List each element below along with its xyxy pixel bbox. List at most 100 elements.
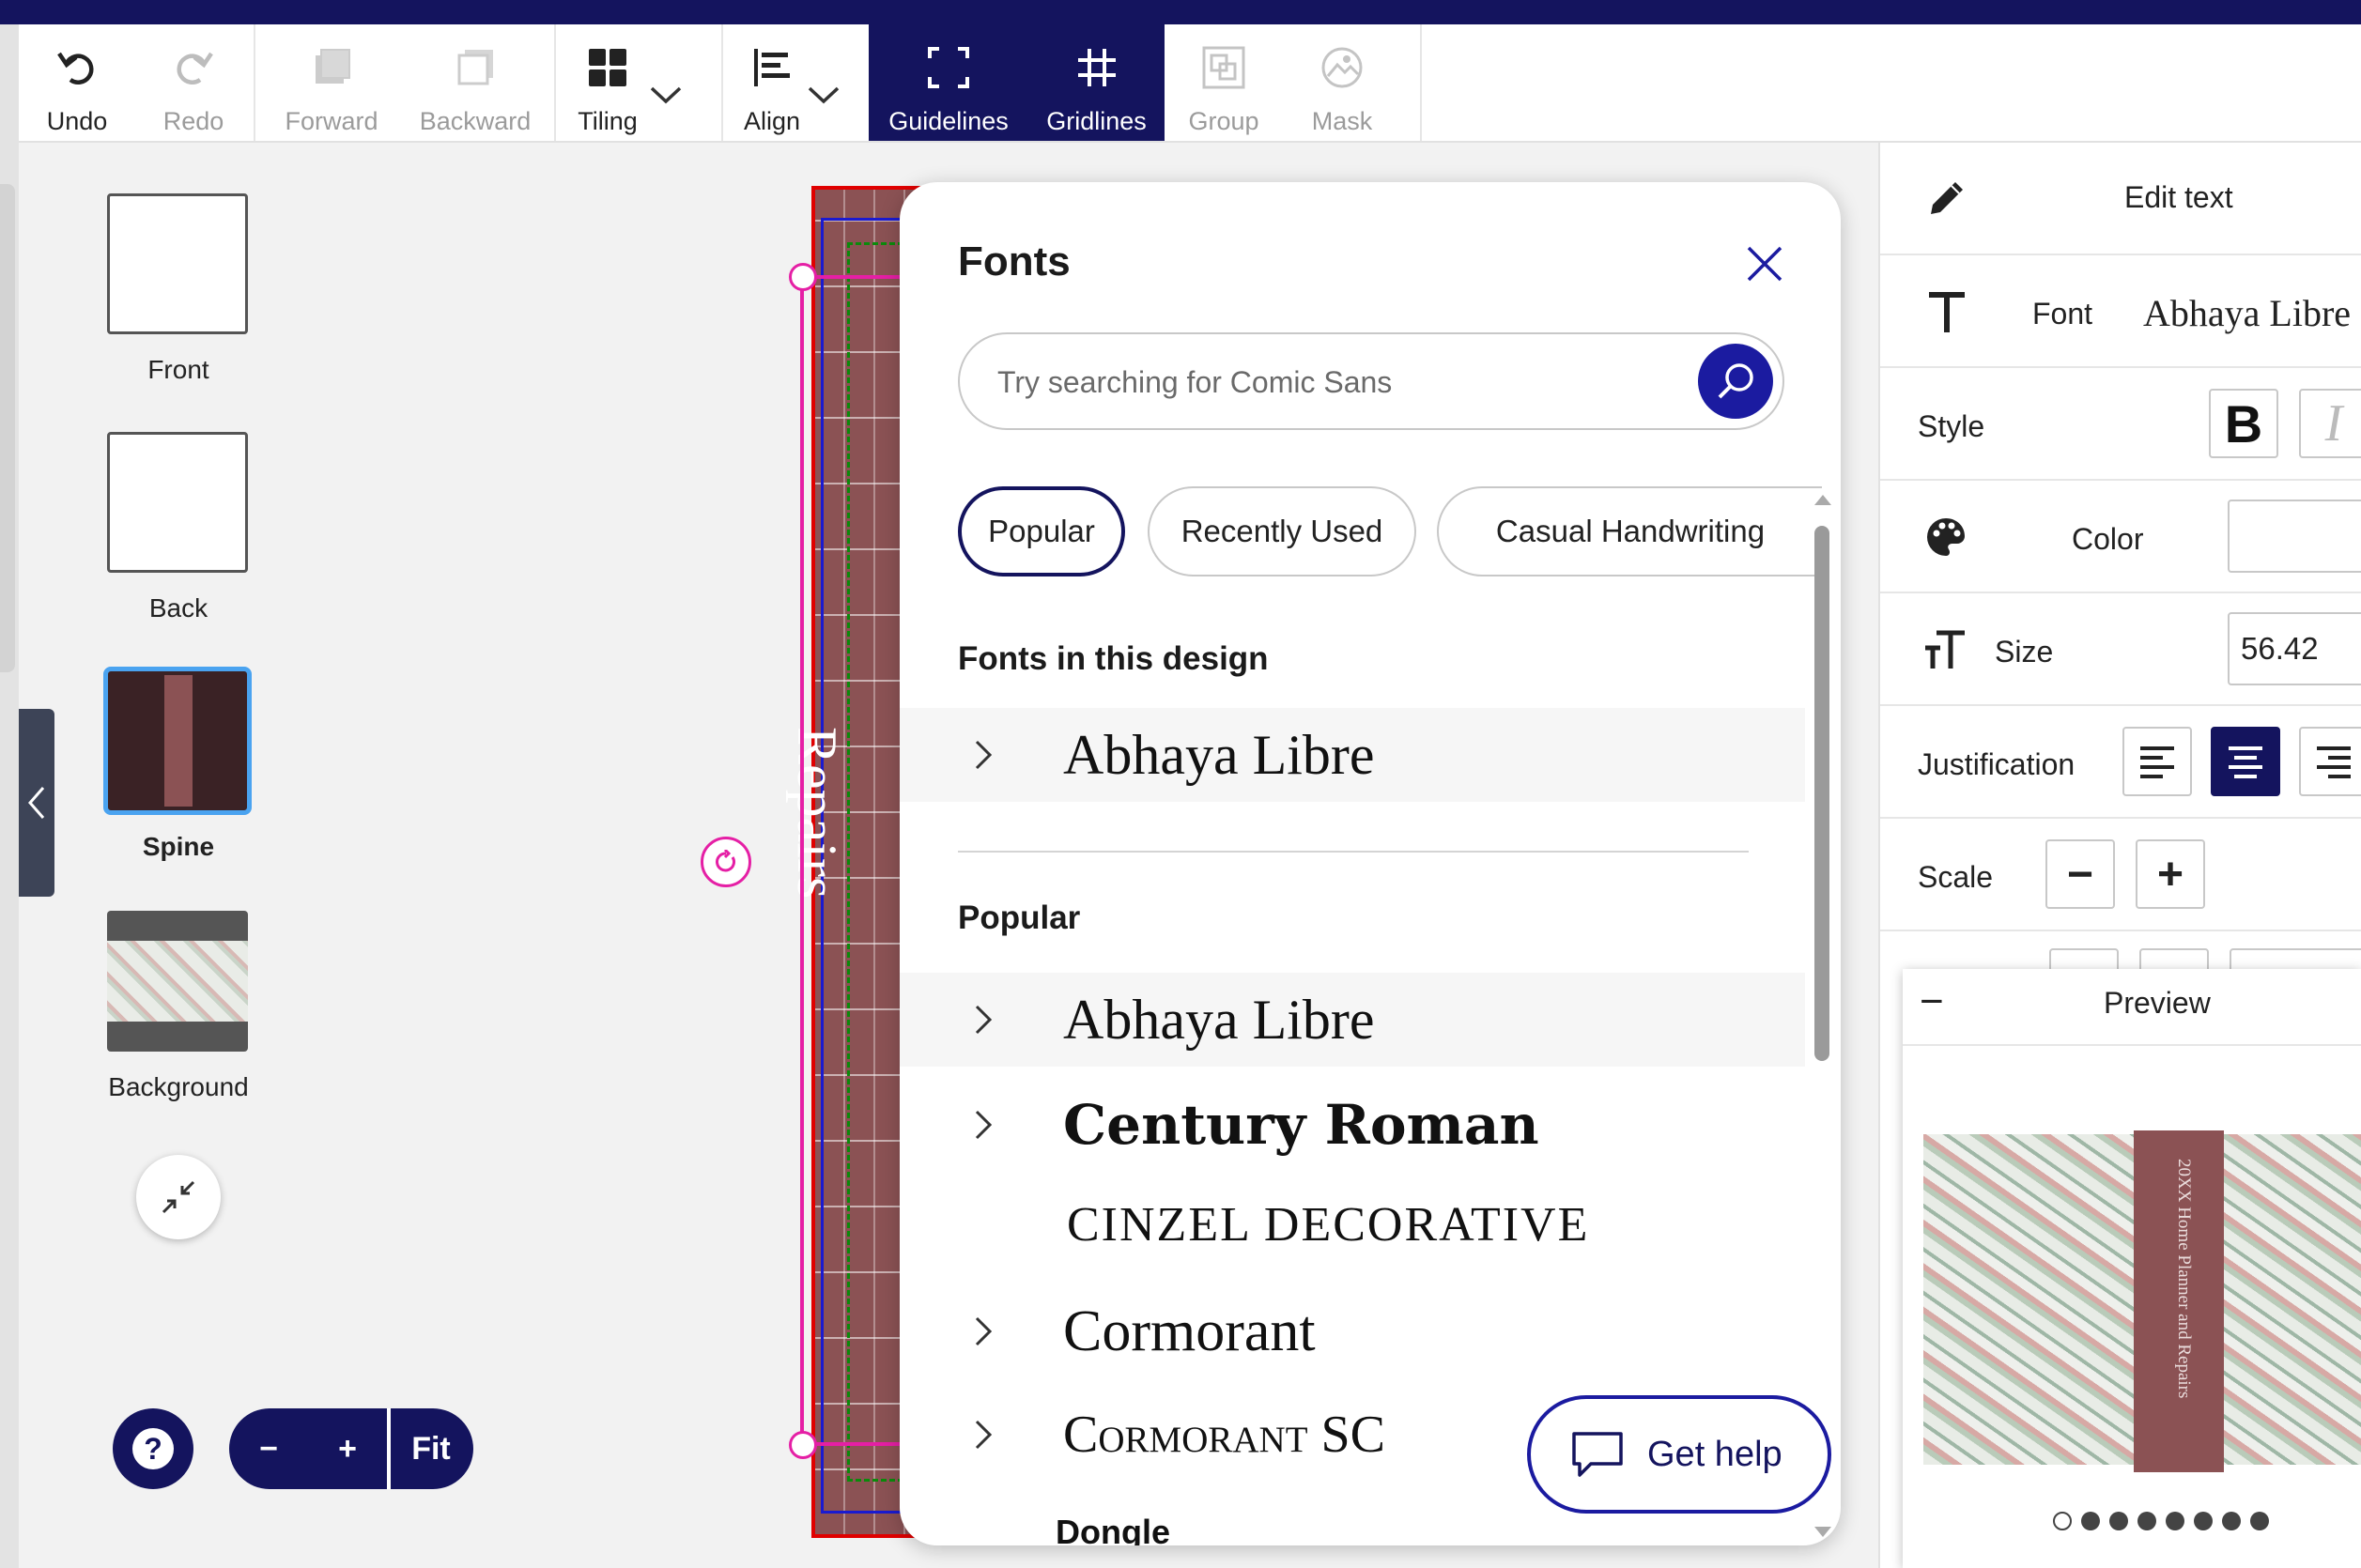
font-value: Abhaya Libre — [2143, 292, 2352, 334]
thumb-back-label: Back — [148, 593, 208, 623]
font-row-cormorant[interactable]: Cormorant — [900, 1284, 1805, 1378]
resize-handle-top[interactable] — [789, 263, 817, 291]
font-row-century-roman[interactable]: Century Roman — [900, 1078, 1805, 1172]
selection-edge — [800, 278, 804, 1446]
section-divider — [958, 851, 1749, 853]
align-chevron-down-icon[interactable] — [800, 71, 847, 118]
scale-down-button[interactable]: − — [2045, 839, 2115, 909]
justification-row: Justification — [1880, 706, 2361, 819]
zoom-control: − + Fit — [229, 1408, 473, 1489]
get-help-button[interactable]: Get help — [1527, 1395, 1831, 1514]
justify-right-button[interactable] — [2299, 727, 2361, 796]
preview-title: Preview — [2104, 986, 2211, 1020]
thumb-front-label: Front — [147, 355, 209, 384]
zoom-out-button[interactable]: − — [229, 1408, 308, 1489]
font-name: Dongle — [1056, 1513, 1170, 1545]
scale-label: Scale — [1918, 860, 1994, 894]
scale-row: Scale − + — [1880, 819, 2361, 931]
gridlines-button[interactable]: Gridlines — [1028, 24, 1165, 141]
thumb-background-pattern — [107, 941, 248, 1022]
chip-recently-used[interactable]: Recently Used — [1148, 486, 1416, 576]
group-mask-group — [1165, 24, 1422, 141]
align-text-right-icon — [2317, 746, 2351, 778]
edit-text-title: Edit text — [2124, 180, 2233, 214]
font-row[interactable]: Font Abhaya Libre — [1880, 255, 2361, 368]
section-popular: Popular — [958, 899, 1081, 936]
scale-up-button[interactable]: + — [2136, 839, 2205, 909]
chevron-right-icon — [975, 1005, 993, 1035]
preview-collapse-button[interactable]: − — [1920, 978, 1944, 1025]
selection-top-edge — [804, 275, 903, 279]
align-left-icon — [744, 39, 800, 96]
justify-center-button[interactable] — [2211, 727, 2280, 796]
zoom-in-button[interactable]: + — [308, 1408, 387, 1489]
zoom-fit-button[interactable]: Fit — [391, 1408, 471, 1489]
order-group — [255, 24, 556, 141]
palette-icon — [1927, 518, 1965, 556]
preview-panel: − Preview 20XX Home Planner and Repairs — [1903, 969, 2361, 1568]
collapse-sidebar-button[interactable] — [19, 709, 54, 897]
thumb-front[interactable] — [107, 193, 248, 334]
size-label: Size — [1995, 635, 2054, 669]
font-name: Abhaya Libre — [1063, 723, 1375, 786]
pencil-icon — [1931, 182, 1963, 214]
color-row: Color — [1880, 481, 2361, 593]
scroll-down-icon[interactable] — [1813, 1525, 1833, 1540]
preview-dot[interactable] — [2137, 1512, 2156, 1530]
help-button[interactable]: ? — [113, 1408, 193, 1489]
preview-dot[interactable] — [2166, 1512, 2184, 1530]
font-search — [958, 332, 1784, 430]
preview-dot[interactable] — [2222, 1512, 2241, 1530]
preview-dot[interactable] — [2194, 1512, 2213, 1530]
align-text-left-icon — [2140, 746, 2174, 778]
font-size-icon — [1925, 630, 1965, 669]
chevron-right-icon — [975, 1316, 993, 1346]
justification-label: Justification — [1918, 747, 2076, 781]
preview-dot[interactable] — [2250, 1512, 2269, 1530]
align-text-center-icon — [2229, 746, 2262, 778]
font-search-input[interactable] — [997, 357, 1674, 407]
rotate-handle[interactable] — [701, 837, 751, 887]
chevron-right-icon — [975, 1420, 993, 1450]
size-row: Size 56.42 — [1880, 593, 2361, 706]
thumb-spine-strip — [164, 675, 193, 807]
font-row-design-abhaya[interactable]: Abhaya Libre — [900, 708, 1805, 802]
fonts-panel-title: Fonts — [958, 238, 1071, 284]
thumb-spine[interactable] — [103, 667, 252, 815]
thumb-spine-label: Spine — [142, 832, 215, 861]
chip-casual-handwriting[interactable]: Casual Handwriting — [1437, 486, 1822, 576]
section-fonts-in-design: Fonts in this design — [958, 640, 1269, 677]
resize-handle-bottom[interactable] — [789, 1431, 817, 1459]
shrink-panel-button[interactable] — [136, 1155, 221, 1239]
close-icon[interactable] — [1741, 240, 1788, 287]
style-row: Style B I — [1880, 368, 2361, 481]
font-row-cinzel-decorative[interactable]: CINZEL DECORATIVE — [900, 1177, 1805, 1271]
font-search-button[interactable] — [1698, 344, 1773, 419]
chat-bubble-icon — [1572, 1432, 1623, 1477]
fonts-scrollbar[interactable] — [1805, 492, 1841, 1544]
left-edge-strip — [0, 24, 19, 1568]
scroll-up-icon[interactable] — [1813, 492, 1833, 507]
thumb-back[interactable] — [107, 432, 248, 573]
preview-dot[interactable] — [2081, 1512, 2100, 1530]
bold-button[interactable]: B — [2209, 389, 2278, 458]
italic-button[interactable]: I — [2299, 389, 2361, 458]
align-label: Align — [743, 107, 801, 135]
size-input[interactable]: 56.42 — [2228, 612, 2361, 685]
preview-dot[interactable] — [2053, 1512, 2072, 1530]
left-edge-handle[interactable] — [0, 184, 15, 672]
font-name: Cormorant — [1063, 1299, 1316, 1363]
chip-popular[interactable]: Popular — [958, 486, 1125, 576]
scrollbar-thumb[interactable] — [1814, 526, 1829, 1061]
get-help-label: Get help — [1647, 1434, 1782, 1474]
preview-dot[interactable] — [2109, 1512, 2128, 1530]
grid-icon — [1069, 39, 1125, 96]
font-row-abhaya-libre[interactable]: Abhaya Libre — [900, 973, 1805, 1067]
guidelines-button[interactable]: Guidelines — [869, 24, 1028, 141]
font-name: Abhaya Libre — [1063, 988, 1375, 1051]
font-name: Century Roman — [1063, 1093, 1539, 1157]
thumb-background[interactable] — [107, 911, 248, 1052]
font-name: CINZEL DECORATIVE — [1067, 1197, 1590, 1252]
justify-left-button[interactable] — [2122, 727, 2192, 796]
color-swatch[interactable] — [2228, 500, 2361, 573]
